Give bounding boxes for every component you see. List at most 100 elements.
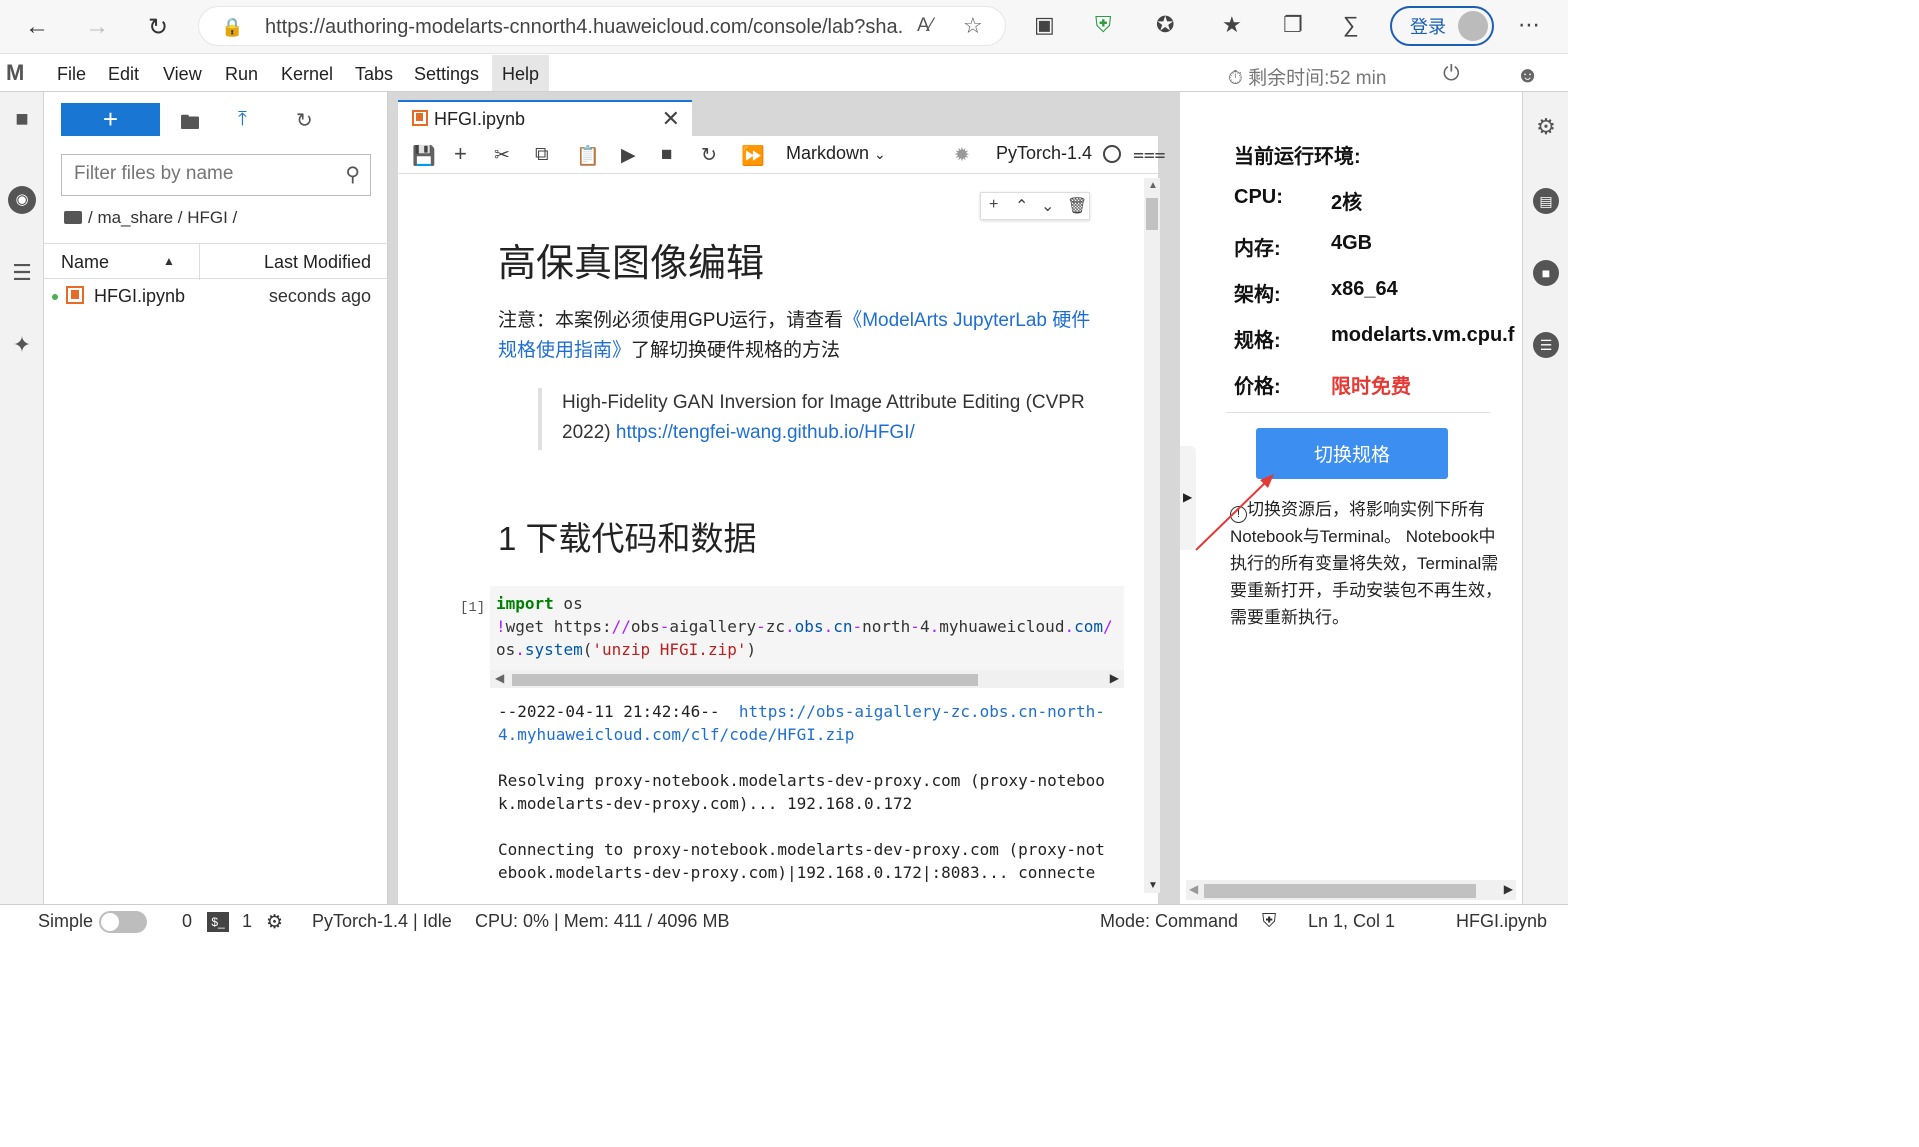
move-up-icon[interactable]: ⌃ [1015,196,1028,216]
notebook-area: HFGI.ipynb ✕ 💾 + ✂ ⧉ 📋 ▶ ■ ↻ ⏩ Markdown … [398,92,1180,904]
filter-files[interactable]: ⚲ [61,154,371,196]
tab-label[interactable]: HFGI.ipynb [434,109,525,130]
move-down-icon[interactable]: ⌄ [1041,196,1054,216]
more-icon[interactable]: ⋯ [1518,12,1540,38]
scroll-up-icon[interactable]: ▲ [1148,180,1158,191]
project-link[interactable]: https://tengfei-wang.github.io/HFGI/ [616,422,915,443]
refresh-icon[interactable]: ↻ [296,108,313,133]
menu-tabs[interactable]: Tabs [355,64,393,85]
cursor-position[interactable]: Ln 1, Col 1 [1308,911,1395,932]
read-aloud-icon[interactable]: A⁄ [917,15,933,37]
back-icon[interactable]: ← [18,8,56,46]
url-text[interactable]: https://authoring-modelarts-cnnorth4.hua… [265,16,905,39]
running-icon[interactable]: ◉ [8,186,36,214]
kernel-icon[interactable]: ⚙ [266,911,283,934]
layers-icon[interactable]: ☰ [1533,332,1559,358]
forward-icon[interactable]: → [78,8,116,46]
scroll-down-icon[interactable]: ▼ [1148,880,1158,891]
stop-instance-icon[interactable]: ■ [1533,260,1559,286]
copy-icon[interactable]: ⧉ [535,144,549,166]
notebook-content[interactable]: + ⌃ ⌄ 🗑 高保真图像编辑 注意：本案例必须使用GPU运行，请查看《Mode… [398,174,1158,904]
code-cell[interactable]: import os !wget https://obs-aigallery-zc… [490,586,1124,688]
share-icon[interactable]: ⩶ [1133,144,1166,166]
breadcrumb[interactable]: / ma_share / HFGI / [64,208,237,228]
scroll-left-icon[interactable]: ◀ [1189,882,1198,896]
tab-hfgi[interactable]: HFGI.ipynb ✕ [398,100,692,136]
menu-view[interactable]: View [163,64,202,85]
simple-mode-toggle[interactable] [99,911,147,933]
upload-icon[interactable]: ⤒ [238,108,247,131]
power-icon[interactable]: ⏻ [1443,62,1460,86]
scrollbar-thumb[interactable] [512,674,978,686]
simple-mode-label: Simple [38,911,94,931]
breadcrumb-text[interactable]: / ma_share / HFGI / [88,208,237,227]
menu-help[interactable]: Help [492,55,550,91]
trust-icon[interactable]: ⛨ [1262,911,1276,933]
horizontal-scrollbar[interactable]: ◀ ▶ [1186,880,1516,900]
menu-edit[interactable]: Edit [108,64,139,85]
folder-icon[interactable] [64,211,82,224]
terminal-count[interactable]: 1 [242,911,252,932]
file-row[interactable]: HFGI.ipynb seconds ago [44,282,388,312]
run-icon[interactable]: ▶ [621,144,636,167]
save-icon[interactable]: 💾 [412,144,436,168]
horizontal-scrollbar[interactable]: ◀ ▶ [490,670,1124,688]
login-button[interactable]: 登录 [1390,6,1494,46]
toc-icon[interactable]: ☰ [8,260,36,288]
kernel-count[interactable]: 0 [182,911,192,932]
sort-asc-icon[interactable]: ▲ [163,254,175,268]
close-icon[interactable]: ✕ [662,106,680,132]
extension-icon[interactable]: ▣ [1034,12,1055,38]
switch-spec-button[interactable]: 切换规格 [1256,428,1448,479]
filter-input[interactable] [74,163,324,185]
code-text[interactable]: import os !wget https://obs-aigallery-zc… [496,592,1113,661]
scroll-right-icon[interactable]: ▶ [1110,671,1119,685]
cut-icon[interactable]: ✂ [494,144,510,167]
column-last-modified[interactable]: Last Modified [264,252,371,273]
cell-type-select[interactable]: Markdown ⌄ [786,143,886,164]
favorite-add-icon[interactable]: ☆ [963,13,983,39]
paste-icon[interactable]: 📋 [576,144,600,168]
resource-monitor-icon[interactable]: ▤ [1533,188,1559,214]
math-solver-icon[interactable]: ∑ [1343,12,1359,38]
address-bar[interactable]: 🔒 https://authoring-modelarts-cnnorth4.h… [198,6,1006,46]
menu-run[interactable]: Run [225,64,258,85]
folder-icon[interactable]: ■ [8,106,36,134]
run-all-icon[interactable]: ⏩ [741,144,765,168]
env-label-memory: 内存: [1234,238,1281,260]
kernel-name[interactable]: PyTorch-1.4 [996,143,1092,164]
kernel-status-icon [1103,145,1121,163]
login-label: 登录 [1410,17,1446,37]
menu-kernel[interactable]: Kernel [281,64,333,85]
user-icon[interactable]: ☻ [1516,62,1539,88]
scroll-left-icon[interactable]: ◀ [495,671,504,685]
new-folder-icon[interactable]: 🖿 [180,108,200,142]
kernel-status[interactable]: PyTorch-1.4 | Idle [312,911,452,932]
new-launcher-button[interactable]: + [61,103,160,136]
puzzle-extensions-icon[interactable]: ✪ [1156,12,1174,38]
favorites-icon[interactable]: ★ [1222,12,1242,38]
stop-icon[interactable]: ■ [661,144,672,166]
column-name[interactable]: Name [61,252,109,273]
panel-splitter[interactable] [388,92,398,904]
settings-icon[interactable]: ⚙ [1533,114,1559,140]
vertical-scrollbar[interactable]: ▲ ▼ [1144,178,1160,893]
shield-extension-icon[interactable]: ⛨ [1095,12,1112,38]
scrollbar-thumb[interactable] [1146,198,1158,230]
debugger-icon[interactable]: ✹ [954,144,970,167]
menu-settings[interactable]: Settings [414,64,479,85]
column-divider[interactable] [199,244,200,280]
reload-icon[interactable]: ↻ [139,8,177,46]
scroll-right-icon[interactable]: ▶ [1504,882,1513,896]
search-icon[interactable]: ⚲ [345,162,360,187]
extensions-icon[interactable]: ✦ [8,332,36,360]
delete-cell-icon[interactable]: 🗑 [1067,196,1087,216]
restart-icon[interactable]: ↻ [701,144,717,167]
file-name[interactable]: HFGI.ipynb [94,286,185,307]
insert-cell-icon[interactable]: + [454,141,467,167]
scrollbar-thumb[interactable] [1204,884,1476,898]
collections-icon[interactable]: ❐ [1283,12,1303,38]
add-cell-icon[interactable]: + [989,196,998,214]
menu-file[interactable]: File [57,64,86,85]
terminal-icon[interactable]: $_ [207,912,229,932]
